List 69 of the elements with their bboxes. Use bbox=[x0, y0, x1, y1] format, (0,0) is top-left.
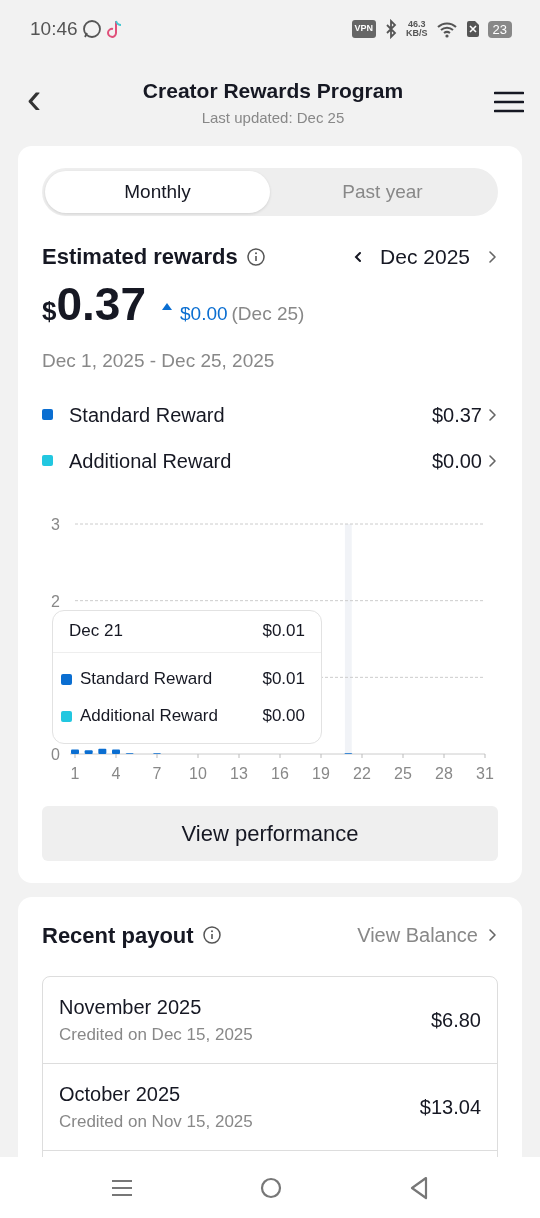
date-range: Dec 1, 2025 - Dec 25, 2025 bbox=[42, 349, 276, 373]
info-icon bbox=[245, 246, 266, 267]
reward-type: Additional Reward bbox=[69, 448, 233, 474]
payout-amount: $13.04 bbox=[419, 1094, 481, 1120]
chevron-right-icon[interactable] bbox=[486, 452, 498, 469]
back-button[interactable]: ‹ bbox=[16, 76, 52, 120]
back-icon[interactable] bbox=[408, 1175, 429, 1200]
home-icon[interactable] bbox=[260, 1176, 282, 1199]
change-amount: $0.00 bbox=[180, 302, 228, 326]
sim-card-icon bbox=[465, 20, 480, 38]
x-axis-label: 10 bbox=[189, 764, 207, 782]
battery-indicator: 23 bbox=[487, 20, 512, 38]
speed-value: 46.3 bbox=[408, 20, 426, 29]
tooltip-total: $0.01 bbox=[262, 620, 305, 643]
view-balance-link[interactable]: View Balance bbox=[357, 920, 498, 950]
period-tab[interactable]: Monthly bbox=[45, 171, 270, 213]
chart-bar bbox=[71, 748, 79, 754]
reward-value: $0.00 bbox=[431, 448, 482, 474]
y-axis-label: 3 bbox=[51, 515, 60, 533]
info-icon bbox=[201, 925, 222, 945]
month-label: Dec 2025 bbox=[380, 243, 470, 270]
chevron-right-icon[interactable] bbox=[486, 406, 498, 423]
chart-bar bbox=[98, 748, 107, 754]
y-axis-label: 0 bbox=[51, 745, 60, 763]
reward-value: $0.37 bbox=[431, 402, 482, 428]
music-note-icon bbox=[105, 19, 124, 39]
chart-bar bbox=[84, 749, 93, 754]
payout-month: October 2025 bbox=[59, 1081, 182, 1107]
change-date: (Dec 25) bbox=[231, 302, 305, 326]
reward-amount: 0.37 bbox=[56, 281, 146, 327]
x-axis-label: 13 bbox=[230, 764, 248, 782]
x-axis-label: 19 bbox=[312, 764, 330, 782]
speed-unit: KB/S bbox=[406, 29, 428, 38]
credited-date: Credited on Dec 15, 2025 bbox=[59, 1023, 253, 1046]
payout-month: November 2025 bbox=[59, 994, 203, 1020]
next-month-icon[interactable] bbox=[486, 248, 498, 265]
x-axis-label: 28 bbox=[435, 764, 453, 782]
payout-amount: $6.80 bbox=[430, 1007, 481, 1033]
x-axis-label: 7 bbox=[152, 764, 162, 782]
wifi-icon bbox=[435, 20, 458, 38]
page-title: Creator Rewards Program bbox=[142, 78, 404, 104]
tooltip-series: Standard Reward bbox=[80, 668, 214, 691]
chart-bar bbox=[112, 748, 120, 754]
tooltip-value: $0.01 bbox=[262, 668, 305, 691]
currency-sign: $ bbox=[42, 296, 57, 328]
chat-bubble-icon bbox=[81, 19, 102, 39]
x-axis-label: 1 bbox=[70, 764, 80, 782]
tooltip-series: Additional Reward bbox=[80, 705, 219, 728]
x-axis-label: 25 bbox=[394, 764, 412, 782]
chevron-right-icon bbox=[486, 927, 498, 943]
recent-apps-icon[interactable] bbox=[111, 1177, 134, 1198]
credited-date: Credited on Nov 15, 2025 bbox=[59, 1110, 253, 1133]
x-axis-label: 16 bbox=[271, 764, 289, 782]
reward-type: Standard Reward bbox=[69, 402, 226, 428]
bluetooth-icon bbox=[384, 19, 398, 39]
section-title: Recent payout bbox=[42, 921, 194, 950]
x-axis-label: 4 bbox=[111, 764, 121, 782]
x-axis-label: 31 bbox=[476, 764, 494, 782]
vpn-badge: VPN bbox=[351, 20, 376, 38]
tooltip-value: $0.00 bbox=[262, 705, 305, 728]
up-arrow-icon bbox=[162, 302, 172, 310]
y-axis-label: 2 bbox=[51, 592, 60, 610]
x-axis-label: 22 bbox=[353, 764, 371, 782]
last-updated: Last updated: Dec 25 bbox=[201, 107, 345, 128]
tooltip-date: Dec 21 bbox=[69, 620, 123, 643]
view-performance-button[interactable]: View performance bbox=[42, 805, 498, 861]
section-title: Estimated rewards bbox=[42, 243, 238, 271]
menu-button[interactable] bbox=[494, 91, 524, 113]
clock-time: 10:46 bbox=[30, 16, 78, 41]
